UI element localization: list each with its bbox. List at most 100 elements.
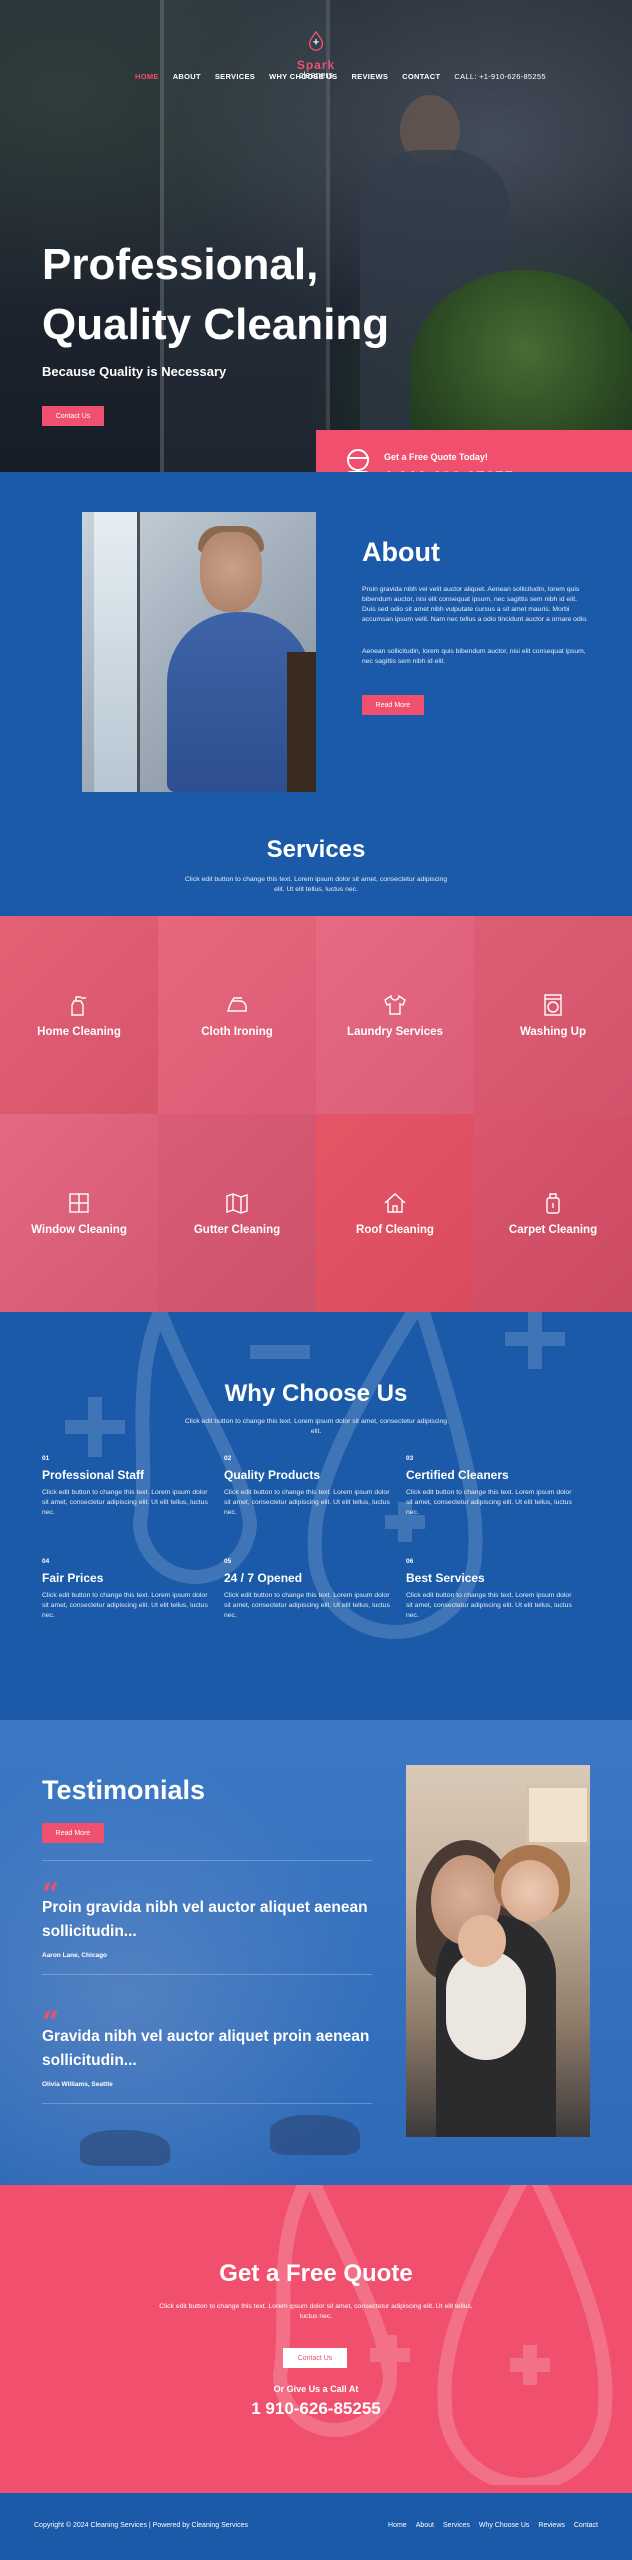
hero-title-line2: Quality Cleaning	[42, 300, 390, 349]
footer-link-about[interactable]: About	[416, 2522, 434, 2529]
feature-title: Quality Products	[224, 1468, 321, 1482]
service-tile-carpet-cleaning[interactable]: Carpet Cleaning	[474, 1114, 632, 1312]
feature-text: Click edit button to change this text. L…	[42, 1489, 208, 1516]
feature-best-services: 06 Best Services Click edit button to ch…	[406, 1558, 576, 1621]
feature-title: Fair Prices	[42, 1571, 104, 1585]
nav-why-choose-us[interactable]: WHY CHOOSE US	[269, 72, 337, 81]
feature-number: 01	[42, 1455, 50, 1462]
feature-number: 04	[42, 1558, 50, 1565]
footer-link-contact[interactable]: Contact	[574, 2522, 598, 2529]
house-icon	[384, 1193, 406, 1213]
why-title: Why Choose Us	[224, 1380, 408, 1407]
washing-machine-icon	[544, 994, 562, 1016]
tshirt-icon	[384, 994, 406, 1015]
about-title: About	[362, 537, 440, 567]
footer: Copyright © 2024 Cleaning Services | Pow…	[0, 2493, 632, 2560]
service-label: Gutter Cleaning	[193, 1224, 281, 1236]
why-description: Click edit button to change this text. L…	[184, 1418, 448, 1435]
feature-number: 02	[224, 1455, 232, 1462]
feature-24-7-opened: 05 24 / 7 Opened Click edit button to ch…	[224, 1558, 394, 1621]
iron-icon	[227, 997, 247, 1012]
feature-text: Click edit button to change this text. L…	[406, 1592, 572, 1619]
testimonials-read-more-button[interactable]: Read More	[42, 1823, 104, 1843]
call-label: Or Give Us a Call At	[273, 2384, 359, 2394]
free-quote-phone-number[interactable]: 1 910-626-85255	[0, 2399, 632, 2419]
nav-about[interactable]: ABOUT	[173, 72, 201, 81]
feature-certified-cleaners: 03 Certified Cleaners Click edit button …	[406, 1455, 576, 1518]
feature-professional-staff: 01 Professional Staff Click edit button …	[42, 1455, 212, 1518]
services-description: Click edit button to change this text. L…	[184, 876, 448, 893]
hero-title-line1: Professional,	[42, 240, 319, 289]
testimonial-author: Olivia Williams, Seattle	[42, 2081, 113, 2088]
service-label: Carpet Cleaning	[508, 1224, 598, 1236]
family-photo	[406, 1765, 590, 2137]
about-cleaner-photo	[82, 512, 316, 792]
nav-phone[interactable]: CALL: +1-910-626-85255	[454, 72, 545, 81]
vacuum-icon	[546, 1193, 560, 1214]
service-tile-roof-cleaning[interactable]: Roof Cleaning	[316, 1114, 474, 1312]
nav-reviews[interactable]: REVIEWS	[351, 72, 388, 81]
feature-title: 24 / 7 Opened	[224, 1571, 303, 1585]
main-nav: HOME ABOUT SERVICES WHY CHOOSE US REVIEW…	[135, 72, 546, 81]
window-icon	[69, 1193, 89, 1213]
services-grid: Home Cleaning Cloth Ironing Laundry Serv…	[0, 916, 632, 1312]
service-tile-window-cleaning[interactable]: Window Cleaning	[0, 1114, 158, 1312]
service-label: Laundry Services	[347, 1026, 443, 1038]
divider	[42, 1860, 372, 1861]
service-tile-laundry-services[interactable]: Laundry Services	[316, 916, 474, 1114]
service-tile-gutter-cleaning[interactable]: Gutter Cleaning	[158, 1114, 316, 1312]
service-label: Window Cleaning	[31, 1224, 127, 1236]
hero-section: Spark cleaners HOME ABOUT SERVICES WHY C…	[0, 0, 632, 472]
service-tile-washing-up[interactable]: Washing Up	[474, 916, 632, 1114]
feature-number: 03	[406, 1455, 414, 1462]
free-quote-title: Get a Free Quote	[219, 2260, 413, 2287]
service-label: Cloth Ironing	[201, 1026, 273, 1038]
feature-title: Certified Cleaners	[406, 1468, 509, 1482]
feature-fair-prices: 04 Fair Prices Click edit button to chan…	[42, 1558, 212, 1621]
feature-title: Professional Staff	[42, 1468, 145, 1482]
about-read-more-button[interactable]: Read More	[362, 695, 424, 715]
copyright-text: Copyright © 2024 Cleaning Services | Pow…	[34, 2522, 248, 2529]
map-fold-icon	[226, 1193, 248, 1214]
nav-services[interactable]: SERVICES	[215, 72, 255, 81]
free-quote-contact-button[interactable]: Contact Us	[283, 2348, 347, 2368]
feature-quality-products: 02 Quality Products Click edit button to…	[224, 1455, 394, 1518]
nav-contact[interactable]: CONTACT	[402, 72, 440, 81]
footer-link-home[interactable]: Home	[388, 2522, 407, 2529]
why-choose-us-section: Why Choose Us Click edit button to chang…	[0, 1312, 632, 1720]
water-drop-logo-icon	[308, 30, 324, 51]
feature-text: Click edit button to change this text. L…	[224, 1592, 390, 1619]
service-label: Home Cleaning	[37, 1026, 121, 1038]
testimonial-author: Aaron Lane, Chicago	[42, 1952, 108, 1959]
feature-text: Click edit button to change this text. L…	[406, 1489, 572, 1516]
get-free-quote-section: Get a Free Quote Click edit button to ch…	[0, 2185, 632, 2493]
plus-decor-icon	[505, 1312, 565, 1369]
footer-link-services[interactable]: Services	[443, 2522, 470, 2529]
feature-text: Click edit button to change this text. L…	[224, 1489, 390, 1516]
feature-number: 06	[406, 1558, 414, 1565]
footer-link-why-choose-us[interactable]: Why Choose Us	[479, 2522, 530, 2529]
about-paragraph-2: Aenean sollicitudin, lorem quis bibendum…	[362, 648, 586, 665]
hero-title: Professional, Quality Cleaning	[42, 235, 389, 355]
service-tile-home-cleaning[interactable]: Home Cleaning	[0, 916, 158, 1114]
feature-text: Click edit button to change this text. L…	[42, 1592, 208, 1619]
testimonials-section: Testimonials Read More “ Proin gravida n…	[0, 1720, 632, 2185]
spray-bottle-icon	[71, 996, 86, 1016]
free-quote-description: Click edit button to change this text. L…	[159, 2303, 473, 2320]
testimonials-title: Testimonials	[42, 1775, 206, 1805]
feature-number: 05	[224, 1558, 232, 1565]
divider	[42, 1974, 372, 1975]
testimonial-quote: Gravida nibh vel auctor aliquet proin ae…	[42, 2028, 370, 2069]
free-quote-label: Get a Free Quote Today!	[384, 452, 488, 462]
feature-title: Best Services	[406, 1571, 485, 1585]
contact-us-button[interactable]: Contact Us	[42, 406, 104, 426]
testimonial-quote: Proin gravida nibh vel auctor aliquet ae…	[42, 1899, 368, 1940]
services-title: Services	[266, 836, 366, 863]
hero-subtitle: Because Quality is Necessary	[42, 364, 227, 379]
about-paragraph-1: Proin gravida nibh vel velit auctor aliq…	[362, 586, 588, 623]
about-section: About Proin gravida nibh vel velit aucto…	[0, 472, 632, 902]
service-label: Washing Up	[519, 1026, 586, 1038]
nav-home[interactable]: HOME	[135, 72, 159, 81]
service-tile-cloth-ironing[interactable]: Cloth Ironing	[158, 916, 316, 1114]
footer-link-reviews[interactable]: Reviews	[538, 2522, 564, 2529]
